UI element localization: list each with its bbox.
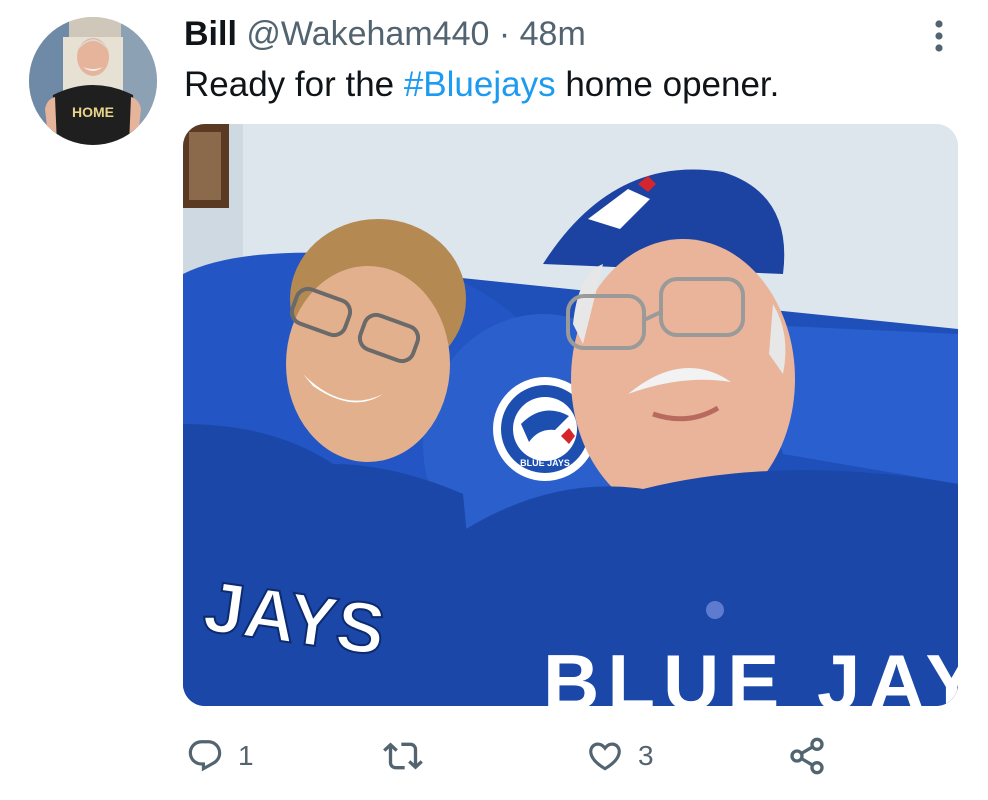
- tweet-photo[interactable]: BLUE JAYS JAYS BLUE JA: [183, 124, 958, 706]
- author-handle[interactable]: @Wakeham440: [246, 15, 489, 53]
- hashtag-link[interactable]: #Bluejays: [404, 65, 556, 104]
- like-button[interactable]: 3: [586, 728, 654, 784]
- avatar-shirt-text: HOME: [72, 104, 114, 120]
- author-name[interactable]: Bill: [184, 15, 237, 53]
- tweet-text-end: home opener.: [555, 65, 780, 104]
- more-icon: [935, 20, 943, 52]
- retweet-icon: [383, 742, 423, 770]
- more-button[interactable]: [926, 18, 952, 54]
- avatar[interactable]: HOME: [29, 17, 157, 145]
- logo-text: BLUE JAYS: [520, 458, 570, 468]
- like-icon: [589, 742, 621, 771]
- retweet-button[interactable]: [383, 728, 437, 784]
- tweet-actions: 1 3: [0, 728, 988, 784]
- tweet-header: Bill @Wakeham440 · 48m: [184, 12, 586, 56]
- share-icon: [790, 737, 824, 775]
- reply-count: 1: [238, 740, 254, 771]
- tweet-text-start: Ready for the: [184, 65, 404, 104]
- tweet-card[interactable]: HOME Bill @Wakeham440 · 48m Ready for th…: [0, 0, 988, 800]
- jersey-right-text: BLUE JAYS: [543, 638, 958, 706]
- share-button[interactable]: [787, 728, 827, 784]
- separator: ·: [498, 15, 511, 53]
- reply-button[interactable]: 1: [186, 728, 254, 784]
- timestamp[interactable]: 48m: [520, 15, 586, 53]
- like-count: 3: [638, 740, 654, 771]
- tweet-text: Ready for the #Bluejays home opener.: [184, 62, 779, 108]
- reply-icon: [188, 740, 222, 772]
